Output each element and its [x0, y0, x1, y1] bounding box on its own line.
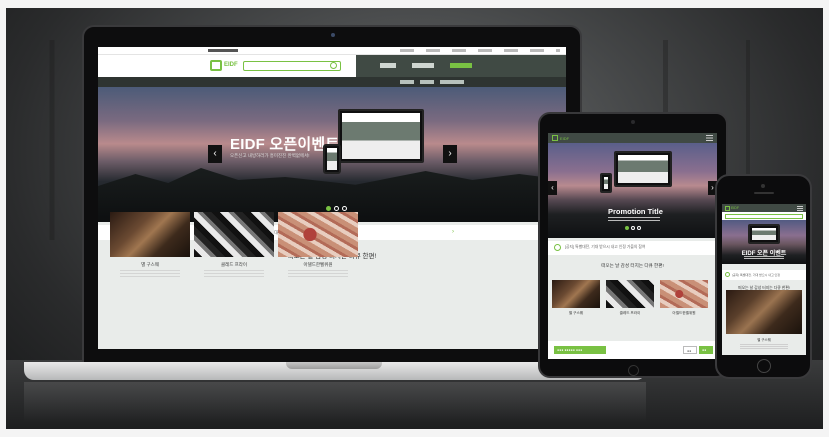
- monitor-mockup: [614, 151, 672, 187]
- search-icon[interactable]: [330, 62, 337, 69]
- notice-bar: [공지] 특별대전, 기대 받으시 내고 인정 가을의 참여: [548, 241, 717, 255]
- frame-right: [823, 0, 829, 437]
- thumb-image[interactable]: [278, 212, 358, 257]
- subnav-item-1[interactable]: [400, 80, 414, 84]
- thumb-image[interactable]: [660, 280, 708, 308]
- footer-button[interactable]: ●●: [683, 346, 697, 354]
- phone-mockup: [600, 173, 612, 193]
- menu-icon[interactable]: [797, 206, 803, 211]
- notice-text[interactable]: [공지] 특별대전, 기대 받으시 내고 인정 가을의 참여: [565, 245, 645, 250]
- nav-tab-3[interactable]: [450, 63, 472, 68]
- hero-banner: ‹ › EIDF 오픈이벤트 오픈신고 내방하러가 흥미진진 완벽없에서!: [98, 87, 566, 222]
- pager-dot[interactable]: [625, 226, 629, 230]
- pager-dot[interactable]: [333, 206, 339, 211]
- notice-bar: [공지] 특별대전, 기대 받으시 내고 인정: [722, 270, 806, 280]
- subnav-item-3[interactable]: [440, 80, 464, 84]
- logo-text[interactable]: EIDF: [560, 136, 569, 141]
- thumb-caption[interactable]: 별 구스웨: [110, 262, 190, 268]
- subnav-item-2[interactable]: [420, 80, 434, 84]
- thumb-caption[interactable]: 클레드 프라이: [606, 311, 654, 316]
- logo-icon[interactable]: [552, 135, 558, 141]
- pager-dot[interactable]: [341, 206, 347, 211]
- logo-text[interactable]: EIDF: [224, 62, 238, 68]
- pager-dot[interactable]: [631, 226, 635, 230]
- laptop-camera: [331, 33, 335, 37]
- laptop-screen: EIDF ‹ › EIDF 오픈이벤트 오픈신고 내방하러가 흥미진진 완벽없에…: [98, 47, 566, 349]
- prev-arrow-button[interactable]: ‹: [208, 145, 222, 163]
- monitor-mockup: [338, 109, 424, 163]
- phone-nav: EIDF: [722, 204, 806, 212]
- hero-subtitle: 오픈신고 내방하러가 흥미진진 완벽없에서!: [230, 153, 310, 158]
- thumb-image[interactable]: [726, 290, 802, 334]
- sub-nav: [98, 77, 566, 87]
- thumb-image[interactable]: [194, 212, 274, 257]
- phone-hero: EIDF 오픈 이벤트: [722, 220, 806, 264]
- section-title: 떠오는 날 감성 터지는 다큐 한편!: [601, 263, 664, 268]
- thumb-desc: [288, 270, 348, 278]
- notice-icon: [554, 244, 561, 251]
- tablet-screen: EIDF ‹ › Promotion Title [공지] 특별대전, 기대 받…: [548, 133, 717, 359]
- menu-icon[interactable]: [706, 135, 713, 141]
- notice-icon: [725, 272, 730, 277]
- laptop-notch: [286, 362, 382, 369]
- thumb-desc: [740, 344, 788, 349]
- logo-text[interactable]: EIDF: [731, 206, 739, 210]
- nav-tab-2[interactable]: [412, 63, 434, 68]
- tablet-hero: ‹ › Promotion Title: [548, 143, 717, 238]
- notice-text[interactable]: [공지] 특별대전, 기대 받으시 내고 인정: [732, 273, 780, 277]
- pager-dot[interactable]: [325, 206, 331, 211]
- footer-button[interactable]: ●●● ●●●●● ●●●: [554, 346, 606, 354]
- tablet-camera: [631, 120, 635, 124]
- phone-camera: [761, 184, 765, 188]
- thumb-caption[interactable]: 별 구스웨: [552, 311, 600, 316]
- search-input[interactable]: [243, 61, 341, 71]
- thumb-image[interactable]: [606, 280, 654, 308]
- site-header: EIDF: [98, 55, 566, 77]
- next-arrow-button[interactable]: ›: [443, 145, 457, 163]
- nav-tab-1[interactable]: [380, 63, 396, 68]
- thumb-desc: [204, 270, 264, 278]
- tablet-home-button[interactable]: [628, 365, 639, 376]
- main-nav: [356, 55, 566, 77]
- phone-speaker: [754, 192, 774, 194]
- frame-bottom: [0, 429, 829, 437]
- thumb-caption[interactable]: 아델드한벨위원: [660, 311, 708, 316]
- util-bar: [98, 47, 566, 55]
- phone-search: [722, 212, 806, 220]
- hero-title: Promotion Title: [608, 207, 663, 216]
- thumb-image[interactable]: [552, 280, 600, 308]
- logo-icon[interactable]: [725, 205, 730, 211]
- phone-screen: EIDF EIDF 오픈 이벤트 [공지] 특별대전, 기대 받으시 내고 인정…: [722, 204, 806, 355]
- thumb-caption[interactable]: 아델드한벨위원: [278, 262, 358, 268]
- notice-next-icon[interactable]: ›: [452, 229, 454, 235]
- search-input[interactable]: [725, 213, 803, 219]
- thumb-caption[interactable]: 별 구스웨: [722, 337, 806, 342]
- footer-button[interactable]: ●●: [699, 346, 713, 354]
- thumb-desc: [120, 270, 180, 278]
- thumb-caption[interactable]: 클레드 프라이: [194, 262, 274, 268]
- frame-left: [0, 0, 6, 437]
- pager-dot[interactable]: [637, 226, 641, 230]
- prev-arrow-button[interactable]: ‹: [548, 181, 557, 195]
- hero-subtitle: [744, 256, 784, 260]
- frame-top: [0, 0, 829, 8]
- monitor-mockup: [748, 224, 780, 244]
- logo-icon[interactable]: [210, 60, 222, 71]
- laptop-reflection: [24, 382, 646, 422]
- tablet-footer: ●●● ●●●●● ●●● ●● ●●: [548, 341, 717, 359]
- phone-mockup: [323, 144, 341, 174]
- phone-home-button[interactable]: [757, 359, 771, 373]
- hero-pager: [624, 217, 642, 235]
- thumb-image[interactable]: [110, 212, 190, 257]
- tablet-nav: EIDF: [548, 133, 717, 143]
